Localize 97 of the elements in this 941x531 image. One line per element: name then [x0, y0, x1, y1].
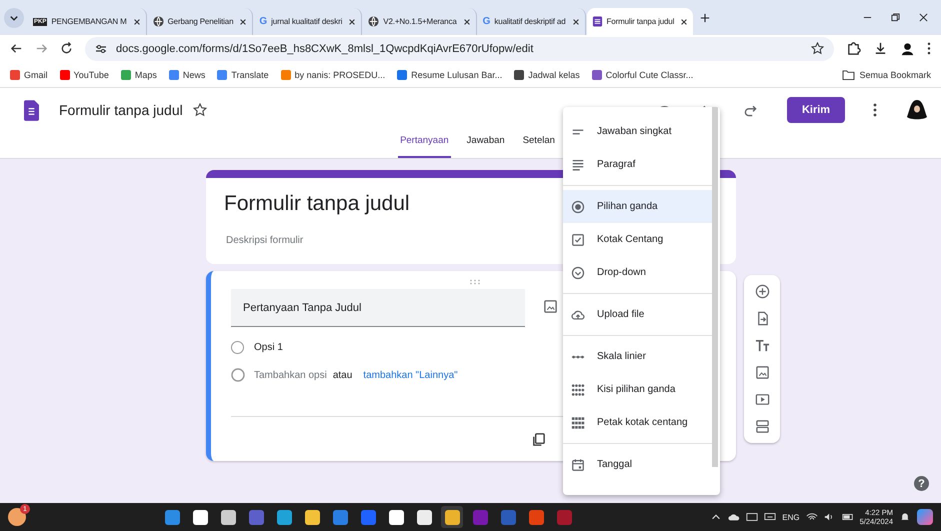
- close-icon[interactable]: [680, 18, 688, 26]
- more-icon[interactable]: [873, 103, 877, 117]
- description-field[interactable]: Deskripsi formulir: [224, 234, 428, 247]
- add-circle-icon[interactable]: [754, 284, 770, 299]
- image-icon[interactable]: [543, 299, 558, 314]
- close-icon[interactable]: [572, 18, 580, 26]
- close-icon[interactable]: [132, 18, 141, 26]
- radio-button[interactable]: [231, 341, 244, 354]
- download-icon[interactable]: [873, 41, 888, 56]
- help-button[interactable]: ?: [914, 476, 929, 491]
- forms-logo-icon[interactable]: [24, 100, 39, 120]
- scrollbar[interactable]: [712, 107, 718, 467]
- menu-item[interactable]: Jawaban singkat: [563, 115, 712, 148]
- checkbox-icon: [571, 232, 585, 246]
- menu-item[interactable]: Kisi pilihan ganda: [563, 373, 712, 406]
- bookmark-link[interactable]: News: [168, 70, 206, 80]
- google-icon: G: [259, 16, 268, 27]
- menu-item[interactable]: Tanggal: [563, 448, 712, 481]
- tab-title: jurnal kualitatif deskri: [271, 17, 342, 26]
- taskbar-app-icon[interactable]: [441, 506, 464, 528]
- bookmark-link[interactable]: YouTube: [60, 70, 109, 80]
- new-tab-icon[interactable]: [700, 12, 710, 22]
- send-button[interactable]: Kirim: [787, 97, 845, 123]
- menu-item[interactable]: Kotak Centang: [563, 223, 712, 256]
- back-icon[interactable]: [10, 42, 23, 55]
- close-icon[interactable]: [919, 13, 928, 22]
- star-icon[interactable]: [192, 103, 207, 117]
- bookmark-link[interactable]: Translate: [217, 70, 269, 80]
- address-bar[interactable]: docs.google.com/forms/d/1So7eeB_hs8CXwK_8mlsl_1QwcpdKqiAvrE670rUfopw/edit: [85, 36, 834, 60]
- menu-item[interactable]: Skala linier: [563, 340, 712, 373]
- menu-item[interactable]: Petak kotak centang: [563, 406, 712, 439]
- calendar-icon: [571, 458, 585, 472]
- add-other-link[interactable]: tambahkan "Lainnya": [363, 370, 458, 380]
- bookmark-link[interactable]: Maps: [120, 70, 157, 80]
- copilot-icon[interactable]: [917, 509, 933, 525]
- folder-icon: [842, 70, 856, 80]
- keyboard-icon[interactable]: [746, 512, 758, 522]
- all-bookmarks-link[interactable]: Semua Bookmark: [842, 70, 931, 80]
- google-icon: G: [482, 16, 490, 27]
- square-grid-icon: [571, 416, 585, 430]
- bell-icon[interactable]: [899, 512, 911, 522]
- battery-icon[interactable]: [842, 512, 854, 522]
- dropdown-icon: [571, 266, 585, 280]
- extensions-icon[interactable]: [846, 41, 861, 56]
- globe-icon: [368, 16, 380, 27]
- drag-handle-icon[interactable]: [469, 279, 481, 285]
- tab-title: kualitatif deskriptif ad: [494, 17, 566, 26]
- restore-icon[interactable]: [891, 13, 900, 22]
- form-name[interactable]: Formulir tanpa judul: [59, 102, 183, 118]
- close-icon[interactable]: [462, 18, 471, 26]
- avatar-icon[interactable]: [905, 98, 929, 122]
- tab-title: V2.+No.1.5+Meranca: [383, 17, 457, 26]
- add-option-link[interactable]: Tambahkan opsi: [254, 370, 327, 380]
- form-tab[interactable]: Setelan: [520, 132, 557, 158]
- form-tab[interactable]: Jawaban: [464, 132, 507, 158]
- tab-title: PENGEMBANGAN M: [51, 17, 127, 26]
- tab-title: Gerbang Penelitian: [168, 17, 234, 26]
- title-text-icon[interactable]: [754, 338, 770, 353]
- bookmark-link[interactable]: Gmail: [10, 70, 48, 80]
- paragraph-lines-icon: [571, 158, 585, 172]
- tab-title: Formulir tanpa judul: [606, 17, 674, 26]
- bookmark-link[interactable]: Jadwal kelas: [514, 70, 580, 80]
- section-icon[interactable]: [754, 419, 770, 434]
- video-icon[interactable]: [754, 392, 770, 407]
- tab-search-icon[interactable]: [4, 8, 24, 28]
- cloud-icon[interactable]: [728, 512, 740, 522]
- menu-icon[interactable]: [927, 42, 931, 55]
- menu-item[interactable]: Upload file: [563, 298, 712, 331]
- avatar-icon[interactable]: [900, 41, 915, 56]
- language-indicator[interactable]: ENG: [782, 512, 800, 522]
- circle-icon: [231, 368, 245, 382]
- site-settings-icon[interactable]: [95, 44, 107, 54]
- chevron-up-icon[interactable]: [710, 512, 722, 522]
- duplicate-icon[interactable]: [531, 432, 546, 446]
- reload-icon[interactable]: [60, 42, 73, 55]
- menu-item[interactable]: Pilihan ganda: [563, 190, 712, 223]
- browser-tab[interactable]: Formulir tanpa judul: [586, 8, 694, 35]
- form-tab[interactable]: Pertanyaan: [398, 132, 451, 158]
- menu-item[interactable]: Drop-down: [563, 256, 712, 289]
- menu-item[interactable]: Paragraf: [563, 148, 712, 181]
- wifi-icon[interactable]: [806, 512, 818, 522]
- image-icon[interactable]: [754, 365, 770, 380]
- globe-icon: [152, 16, 164, 27]
- bookmark-link[interactable]: Colorful Cute Classr...: [592, 70, 694, 80]
- bookmark-star-icon[interactable]: [811, 42, 824, 55]
- forms-icon: [592, 16, 603, 27]
- close-icon[interactable]: [239, 18, 248, 26]
- display-icon[interactable]: [764, 512, 776, 522]
- bookmark-link[interactable]: by nanis: PROSEDU...: [280, 70, 386, 80]
- forward-icon[interactable]: [35, 42, 48, 55]
- radio-icon: [571, 200, 585, 214]
- question-field[interactable]: Pertanyaan Tanpa Judul: [231, 289, 525, 327]
- dot-grid-icon: [571, 382, 585, 396]
- or-text: atau: [332, 370, 352, 380]
- bookmark-link[interactable]: Resume Lulusan Bar...: [397, 70, 502, 80]
- option-text[interactable]: Opsi 1: [254, 342, 283, 353]
- close-icon[interactable]: [348, 18, 356, 26]
